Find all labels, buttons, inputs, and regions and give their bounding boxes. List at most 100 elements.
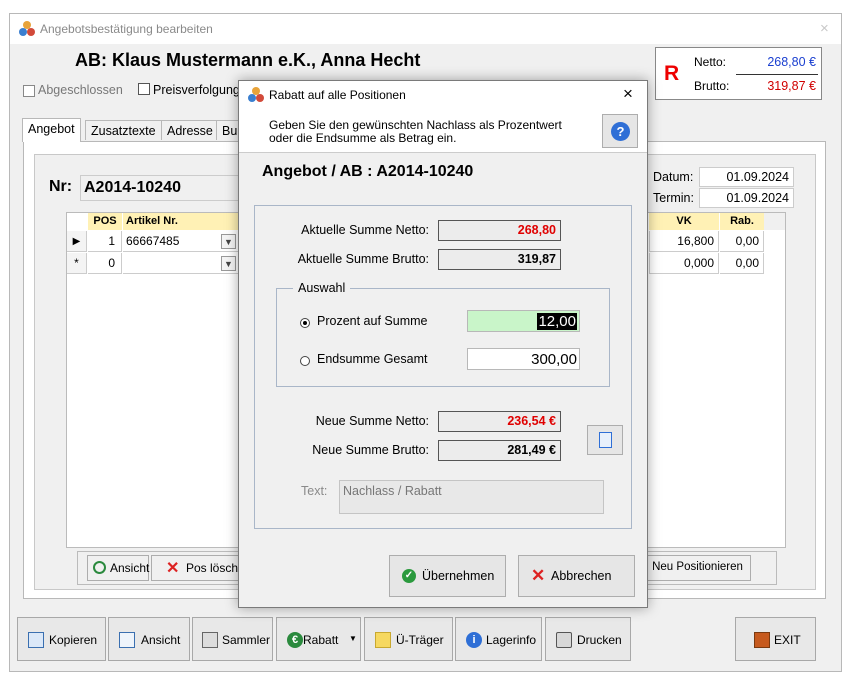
uebernehmen-button[interactable]: ✓ Übernehmen [389,555,506,597]
rab-cell[interactable]: 0,00 [720,231,764,252]
help-icon: ? [611,122,630,141]
rabatt-dialog: Rabatt auf alle Positionen × Geben Sie d… [238,80,648,608]
close-icon[interactable]: × [623,84,633,104]
ue-traeger-button[interactable]: Ü-Träger [364,617,453,661]
neue-netto-label: Neue Summe Netto: [315,414,429,428]
termin-field[interactable]: 01.09.2024 [699,188,794,208]
nr-field: A2014-10240 [80,175,250,201]
prozent-value: 12,00 [537,313,577,330]
ue-traeger-label: Ü-Träger [396,633,444,647]
grid-ansicht-label: Ansicht [110,561,150,575]
preisverfolgung-checkbox[interactable] [138,83,150,95]
neu-positionieren-button[interactable]: Neu Positionieren [644,555,751,581]
euro-icon: € [287,632,303,648]
dialog-group: Aktuelle Summe Netto: 268,80 Aktuelle Su… [254,205,632,529]
datum-field[interactable]: 01.09.2024 [699,167,794,187]
lagerinfo-label: Lagerinfo [486,633,537,647]
check-icon: ✓ [402,569,416,583]
prozent-input[interactable]: 12,00 [467,310,580,332]
row-marker-icon: ▶ [67,231,87,252]
pos-cell[interactable]: 1 [88,231,122,252]
endsumme-label: Endsumme Gesamt [317,352,428,366]
info-text-line1: Geben Sie den gewünschten Nachlass als P… [269,118,562,132]
status-badge: R [664,62,680,85]
exit-button[interactable]: EXIT [735,617,816,661]
note-icon [375,632,391,648]
auswahl-groupbox: Auswahl Prozent auf Summe 12,00 Endsumme… [276,281,610,387]
brutto-value: 319,87 € [767,79,816,93]
cancel-x-icon: ✕ [531,566,546,585]
divider [736,74,818,75]
rab-cell[interactable]: 0,00 [720,253,764,274]
tab-angebot[interactable]: Angebot [22,118,81,142]
tab-zusatztexte[interactable]: Zusatztexte [85,120,162,140]
tab-adresse[interactable]: Adresse [161,120,219,140]
sammler-button[interactable]: Sammler [192,617,273,661]
calculator-button[interactable] [587,425,623,455]
abbrechen-label: Abbrechen [551,569,612,583]
aktuelle-brutto-field: 319,87 [438,249,561,270]
uebernehmen-label: Übernehmen [422,569,495,583]
abgeschlossen-checkbox[interactable] [23,85,35,97]
text-field: Nachlass / Rabatt [339,480,604,514]
vk-cell[interactable]: 0,000 [649,253,719,274]
app-logo-icon [19,21,35,37]
column-header-rab[interactable]: Rab. [720,213,764,230]
new-row-marker-icon: * [67,253,87,274]
prozent-label: Prozent auf Summe [317,314,428,328]
delete-x-icon: ✕ [166,560,180,577]
pos-loeschen-button[interactable]: ✕ Pos löschen [151,555,251,581]
exit-door-icon [754,632,770,648]
collector-icon [202,632,218,648]
dialog-heading: Angebot / AB : A2014-10240 [262,163,474,180]
aktuelle-netto-field: 268,80 [438,220,561,241]
copy-icon [28,632,44,648]
printer-icon [556,632,572,648]
calculator-icon [599,432,612,448]
app-logo-icon [248,87,264,103]
termin-label: Termin: [653,191,694,205]
nr-label: Nr: [49,178,73,195]
window-title: Angebotsbestätigung bearbeiten [40,22,213,36]
lagerinfo-button[interactable]: i Lagerinfo [455,617,542,661]
chevron-down-icon[interactable]: ▼ [349,634,357,643]
rabatt-label: Rabatt [303,633,339,647]
help-button[interactable]: ? [602,114,638,148]
aktuelle-brutto-label: Aktuelle Summe Brutto: [297,252,429,266]
neue-brutto-field: 281,49 € [438,440,561,461]
main-titlebar: Angebotsbestätigung bearbeiten × [10,14,841,44]
preisverfolgung-label: Preisverfolgung [153,83,240,97]
info-text-line2: oder die Endsumme als Betrag ein. [269,131,457,145]
ansicht-button[interactable]: Ansicht [108,617,190,661]
chevron-down-icon[interactable]: ▼ [221,256,236,271]
grid-ansicht-button[interactable]: Ansicht [87,555,149,581]
text-label: Text: [301,484,328,498]
vk-cell[interactable]: 16,800 [649,231,719,252]
neue-brutto-label: Neue Summe Brutto: [312,443,429,457]
close-icon[interactable]: × [820,20,829,37]
abbrechen-button[interactable]: ✕ Abbrechen [518,555,635,597]
neue-netto-field: 236,54 € [438,411,561,432]
dialog-title: Rabatt auf alle Positionen [269,88,406,102]
kopieren-label: Kopieren [49,633,98,647]
endsumme-radio[interactable] [300,356,310,366]
zoom-icon [93,561,106,574]
drucken-label: Drucken [577,633,622,647]
info-icon: i [466,632,482,648]
endsumme-input[interactable]: 300,00 [467,348,580,370]
rabatt-button[interactable]: € Rabatt ▼ [276,617,361,661]
auswahl-legend: Auswahl [293,281,351,295]
prozent-radio[interactable] [300,318,310,328]
column-header-artikel[interactable]: Artikel Nr. [123,213,243,230]
drucken-button[interactable]: Drucken [545,617,631,661]
netto-value: 268,80 € [767,55,816,69]
abgeschlossen-label: Abgeschlossen [38,83,123,97]
column-header-vk[interactable]: VK [649,213,719,230]
netto-label: Netto: [694,55,727,69]
chevron-down-icon[interactable]: ▼ [221,234,236,249]
aktuelle-netto-label: Aktuelle Summe Netto: [301,223,429,237]
dialog-titlebar: Rabatt auf alle Positionen × [239,81,647,109]
pos-cell[interactable]: 0 [88,253,122,274]
column-header-pos[interactable]: POS [88,213,122,230]
kopieren-button[interactable]: Kopieren [17,617,106,661]
